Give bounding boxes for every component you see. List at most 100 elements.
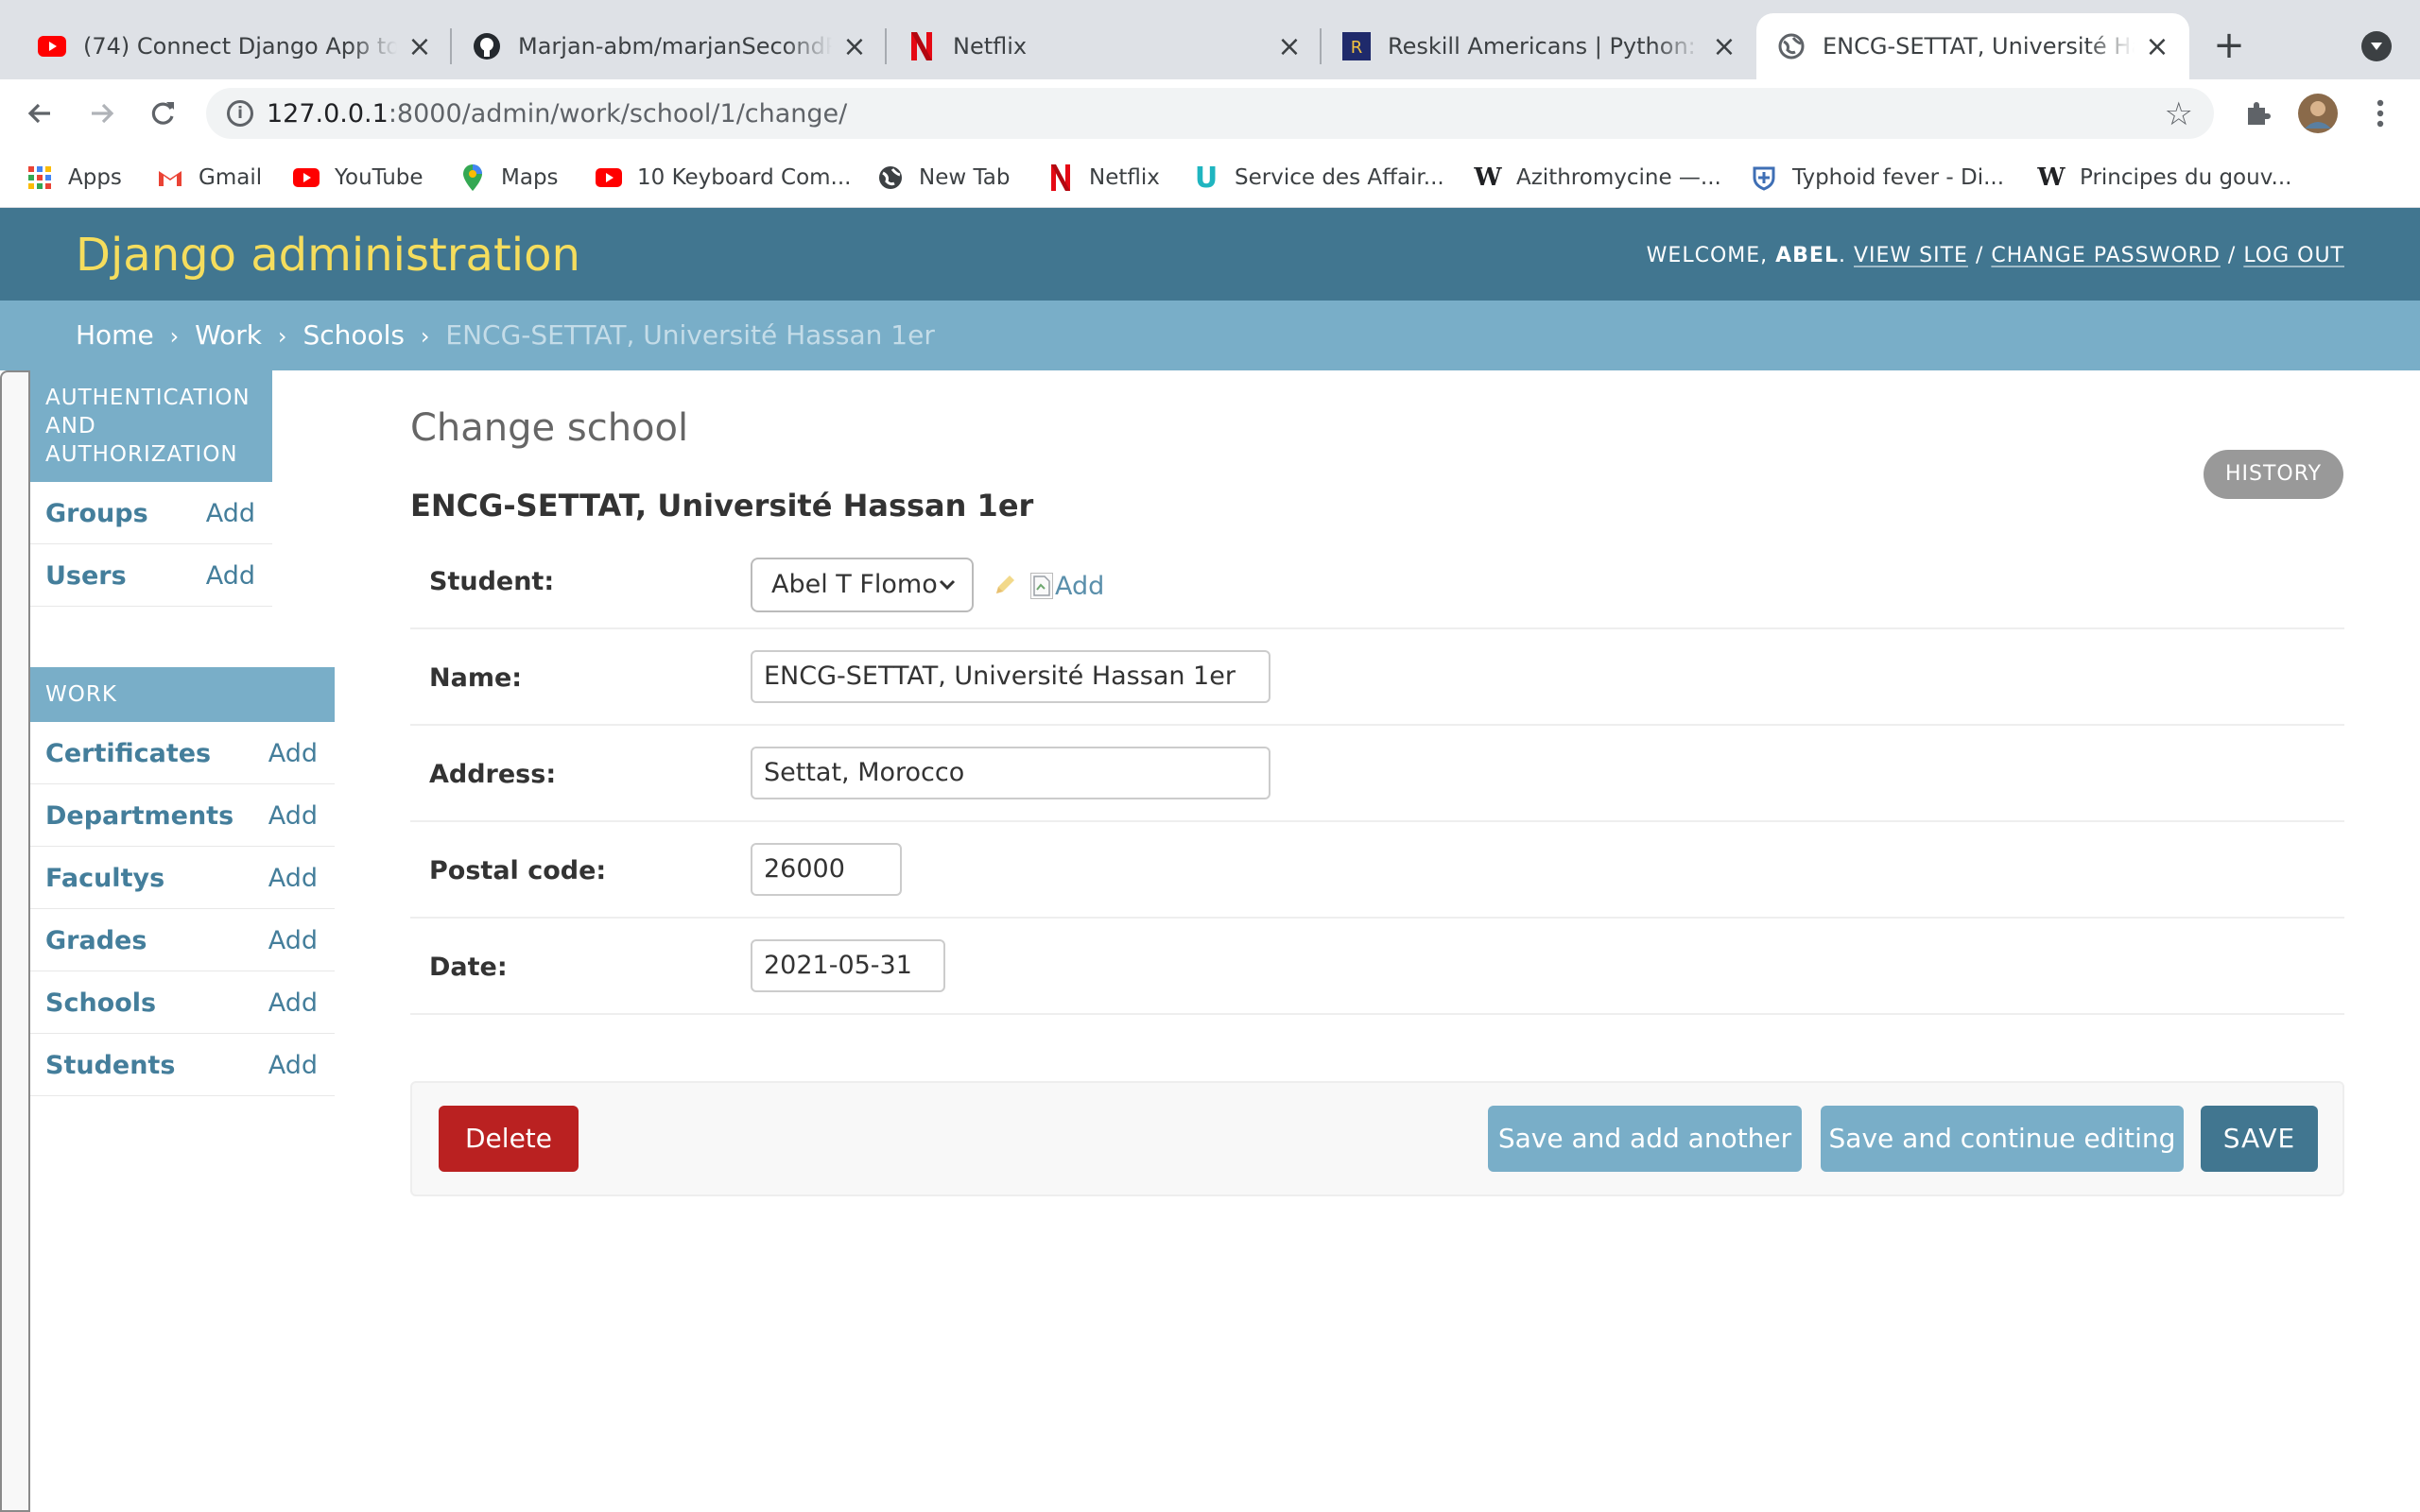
add-users-link[interactable]: Add: [206, 561, 255, 591]
model-link-facultys[interactable]: Facultys: [45, 864, 164, 893]
browser-tab[interactable]: Netflix ×: [887, 13, 1322, 79]
new-tab-plus-icon[interactable]: +: [2210, 26, 2248, 64]
user-tools-separator: /: [2227, 244, 2237, 267]
reload-icon[interactable]: [142, 93, 183, 134]
postal-code-label: Postal code:: [429, 856, 607, 885]
url-path: :8000/admin/work/school/1/change/: [388, 99, 848, 129]
postal-code-field[interactable]: 26000: [751, 843, 902, 896]
model-link-grades[interactable]: Grades: [45, 926, 147, 955]
add-related-text: Add: [1055, 571, 1105, 601]
youtube-icon: [596, 164, 622, 191]
bookmark-netflix[interactable]: Netflix: [1047, 163, 1160, 193]
model-link-users[interactable]: Users: [45, 561, 127, 591]
browser-menu-icon[interactable]: [2363, 96, 2397, 130]
form-row-date: Date: 2021-05-31: [410, 919, 2344, 1015]
close-icon[interactable]: ×: [1276, 30, 1303, 63]
log-out-link[interactable]: LOG OUT: [2243, 244, 2344, 267]
address-bar[interactable]: i 127.0.0.1:8000/admin/work/school/1/cha…: [206, 88, 2214, 139]
bookmark-principes[interactable]: W Principes du gouv...: [2037, 163, 2291, 193]
model-link-groups[interactable]: Groups: [45, 499, 148, 528]
date-field[interactable]: 2021-05-31: [751, 939, 945, 992]
bookmarks-bar: Apps Gmail YouTube Maps 10 Keyboard Com.…: [0, 147, 2420, 208]
tab-search-chevron-icon[interactable]: [2361, 31, 2392, 61]
app-caption-auth[interactable]: AUTHENTICATION AND AUTHORIZATION: [30, 370, 272, 482]
object-title: ENCG-SETTAT, Université Hassan 1er: [410, 488, 1034, 524]
site-branding[interactable]: Django administration: [76, 229, 580, 282]
close-icon[interactable]: ×: [841, 30, 868, 63]
address-field[interactable]: Settat, Morocco: [751, 747, 1270, 799]
save-and-add-another-button[interactable]: Save and add another: [1488, 1106, 1802, 1172]
close-icon[interactable]: ×: [2144, 30, 2170, 63]
profile-avatar[interactable]: [2297, 93, 2339, 134]
bookmark-new-tab[interactable]: New Tab: [877, 163, 1010, 193]
model-link-departments[interactable]: Departments: [45, 801, 233, 831]
date-label: Date:: [429, 953, 508, 982]
extensions-puzzle-icon[interactable]: [2240, 96, 2274, 130]
breadcrumb-schools[interactable]: Schools: [302, 319, 405, 351]
save-button[interactable]: SAVE: [2201, 1106, 2318, 1172]
bookmark-label: Service des Affair...: [1235, 165, 1444, 190]
student-select[interactable]: Abel T Flomo: [751, 558, 974, 612]
welcome-text: WELCOME,: [1646, 244, 1769, 267]
browser-tab[interactable]: Marjan-abm/marjanSecondPr ×: [452, 13, 887, 79]
sidebar-item-facultys: Facultys Add: [30, 847, 335, 909]
bookmark-gmail[interactable]: Gmail: [157, 163, 262, 193]
form-row-address: Address: Settat, Morocco: [410, 726, 2344, 822]
bookmark-maps[interactable]: Maps: [459, 163, 559, 193]
netflix-icon: [908, 32, 936, 60]
change-related-pencil-icon[interactable]: [991, 571, 1019, 599]
save-and-continue-button[interactable]: Save and continue editing: [1821, 1106, 2184, 1172]
close-icon[interactable]: ×: [406, 30, 433, 63]
u-logo-icon: U: [1194, 161, 1219, 195]
change-password-link[interactable]: CHANGE PASSWORD: [1991, 244, 2221, 267]
bookmark-typhoid[interactable]: Typhoid fever - Di...: [1751, 163, 2004, 193]
info-icon[interactable]: i: [227, 100, 253, 127]
add-certificates-link[interactable]: Add: [268, 739, 318, 768]
breadcrumb-work[interactable]: Work: [195, 319, 262, 351]
add-schools-link[interactable]: Add: [268, 988, 318, 1018]
breadcrumb-current: ENCG-SETTAT, Université Hassan 1er: [445, 319, 935, 351]
back-arrow-icon[interactable]: [19, 93, 60, 134]
bookmark-keyboard[interactable]: 10 Keyboard Com...: [596, 163, 851, 193]
add-grades-link[interactable]: Add: [268, 926, 318, 955]
forward-arrow-icon[interactable]: [81, 93, 123, 134]
bookmark-azithromycine[interactable]: W Azithromycine —...: [1474, 163, 1721, 193]
add-students-link[interactable]: Add: [268, 1051, 318, 1080]
bookmark-service[interactable]: U Service des Affair...: [1193, 161, 1444, 195]
student-label: Student:: [429, 567, 555, 596]
breadcrumb-home[interactable]: Home: [76, 319, 154, 351]
sidebar-item-schools: Schools Add: [30, 971, 335, 1034]
name-field[interactable]: ENCG-SETTAT, Université Hassan 1er: [751, 650, 1270, 703]
bookmark-youtube[interactable]: YouTube: [293, 163, 424, 193]
tab-title: Marjan-abm/marjanSecondPr: [518, 33, 832, 60]
gmail-icon: [157, 164, 183, 191]
add-facultys-link[interactable]: Add: [268, 864, 318, 893]
browser-toolbar: i 127.0.0.1:8000/admin/work/school/1/cha…: [0, 79, 2420, 147]
bookmark-apps[interactable]: Apps: [26, 163, 122, 193]
sidebar-toggle[interactable]: [0, 370, 30, 1512]
bookmark-label: Maps: [501, 165, 559, 190]
submit-row: Delete Save and add another Save and con…: [410, 1081, 2344, 1196]
add-related-link[interactable]: Add: [1030, 571, 1104, 601]
browser-tab[interactable]: R Reskill Americans | Python: M ×: [1322, 13, 1756, 79]
tab-title: ENCG-SETTAT, Université Ha: [1823, 33, 2135, 60]
bookmark-star-icon[interactable]: ☆: [2165, 95, 2193, 133]
browser-tab-active[interactable]: ENCG-SETTAT, Université Ha ×: [1756, 13, 2189, 79]
bookmark-label: Azithromycine —...: [1516, 165, 1721, 190]
close-icon[interactable]: ×: [1711, 30, 1737, 63]
model-link-students[interactable]: Students: [45, 1051, 175, 1080]
browser-tab[interactable]: (74) Connect Django App to M ×: [17, 13, 452, 79]
add-departments-link[interactable]: Add: [268, 801, 318, 831]
model-link-schools[interactable]: Schools: [45, 988, 156, 1018]
breadcrumb-separator: ›: [169, 323, 180, 350]
add-groups-link[interactable]: Add: [206, 499, 255, 528]
app-caption-work[interactable]: WORK: [30, 667, 335, 722]
model-link-certificates[interactable]: Certificates: [45, 739, 211, 768]
history-button[interactable]: HISTORY: [2204, 450, 2343, 499]
view-site-link[interactable]: VIEW SITE: [1854, 244, 1968, 267]
chevron-down-icon: [938, 559, 957, 630]
url-text[interactable]: 127.0.0.1:8000/admin/work/school/1/chang…: [267, 99, 847, 129]
broken-image-icon: [1030, 573, 1053, 599]
delete-button[interactable]: Delete: [439, 1106, 579, 1172]
tab-title: Reskill Americans | Python: M: [1388, 33, 1702, 60]
